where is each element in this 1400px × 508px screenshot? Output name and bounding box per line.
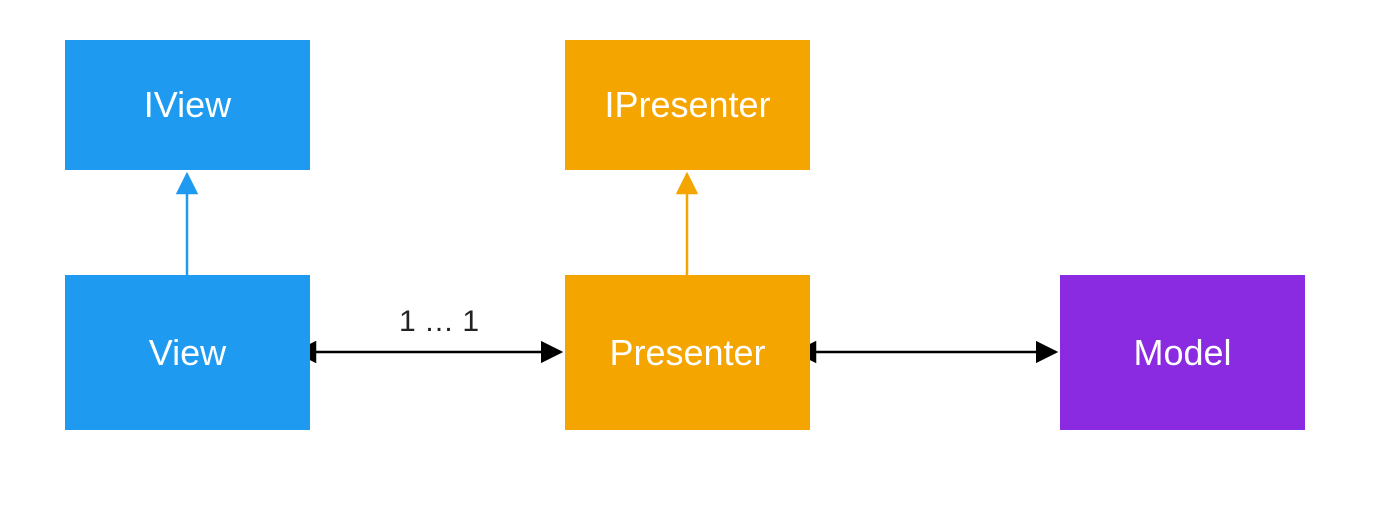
node-presenter: Presenter: [565, 275, 810, 430]
diagram-canvas: IView View IPresenter Presenter Model 1 …: [0, 0, 1400, 508]
node-presenter-label: Presenter: [609, 332, 765, 374]
node-model-label: Model: [1133, 332, 1231, 374]
node-ipresenter: IPresenter: [565, 40, 810, 170]
node-ipresenter-label: IPresenter: [604, 84, 770, 126]
node-iview: IView: [65, 40, 310, 170]
node-iview-label: IView: [144, 84, 231, 126]
node-view: View: [65, 275, 310, 430]
edge-view-presenter-label: 1 … 1: [395, 305, 483, 339]
node-model: Model: [1060, 275, 1305, 430]
node-view-label: View: [149, 332, 226, 374]
